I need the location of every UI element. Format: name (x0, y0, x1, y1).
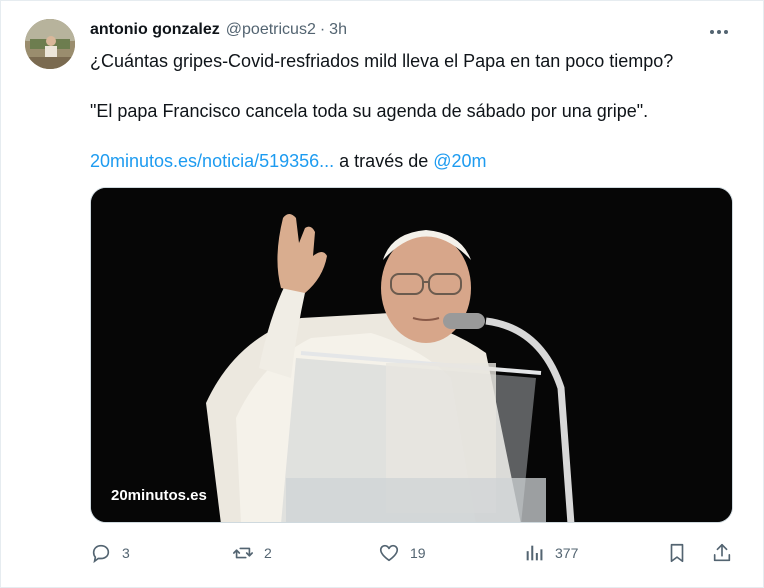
views-icon (526, 545, 543, 561)
timestamp[interactable]: 3h (329, 21, 347, 39)
like-count: 19 (410, 545, 426, 561)
reply-count: 3 (122, 545, 130, 561)
tweet-header: antonio gonzalez @poetricus2 · 3h (90, 21, 347, 39)
tweet-actions-bar: 3 2 19 377 (1, 539, 764, 567)
like-button[interactable]: 19 (378, 539, 426, 567)
author-name[interactable]: antonio gonzalez (90, 21, 220, 39)
retweet-count: 2 (264, 545, 272, 561)
tweet-text-line-3: 20minutos.es/noticia/519356... a través … (90, 151, 487, 172)
pope-photo (91, 188, 732, 522)
more-horizontal-icon (710, 30, 728, 34)
tweet-media-image[interactable]: 20minutos.es (90, 187, 733, 523)
views-count: 377 (555, 545, 579, 561)
reply-button[interactable]: 3 (90, 539, 130, 567)
via-text: a través de (334, 151, 434, 171)
heart-icon (379, 544, 399, 562)
avatar[interactable] (25, 19, 75, 69)
mention-link[interactable]: @20m (433, 151, 486, 171)
views-button[interactable]: 377 (523, 539, 578, 567)
reply-icon (92, 544, 110, 564)
media-watermark: 20minutos.es (111, 487, 207, 504)
tweet-text-line-2: "El papa Francisco cancela toda su agend… (90, 101, 649, 121)
share-button[interactable] (711, 539, 733, 567)
tweet-card: antonio gonzalez @poetricus2 · 3h ¿Cuánt… (0, 0, 764, 588)
retweet-button[interactable]: 2 (232, 539, 272, 567)
separator-dot: · (319, 21, 326, 38)
article-link[interactable]: 20minutos.es/noticia/519356... (90, 151, 334, 171)
bookmark-button[interactable] (666, 539, 688, 567)
share-icon (713, 543, 731, 562)
author-handle[interactable]: @poetricus2 (226, 21, 316, 39)
bookmark-icon (670, 543, 684, 563)
tweet-text-line-1: ¿Cuántas gripes-Covid-resfriados mild ll… (90, 51, 674, 71)
more-options-button[interactable] (707, 23, 731, 41)
retweet-icon (233, 547, 253, 559)
